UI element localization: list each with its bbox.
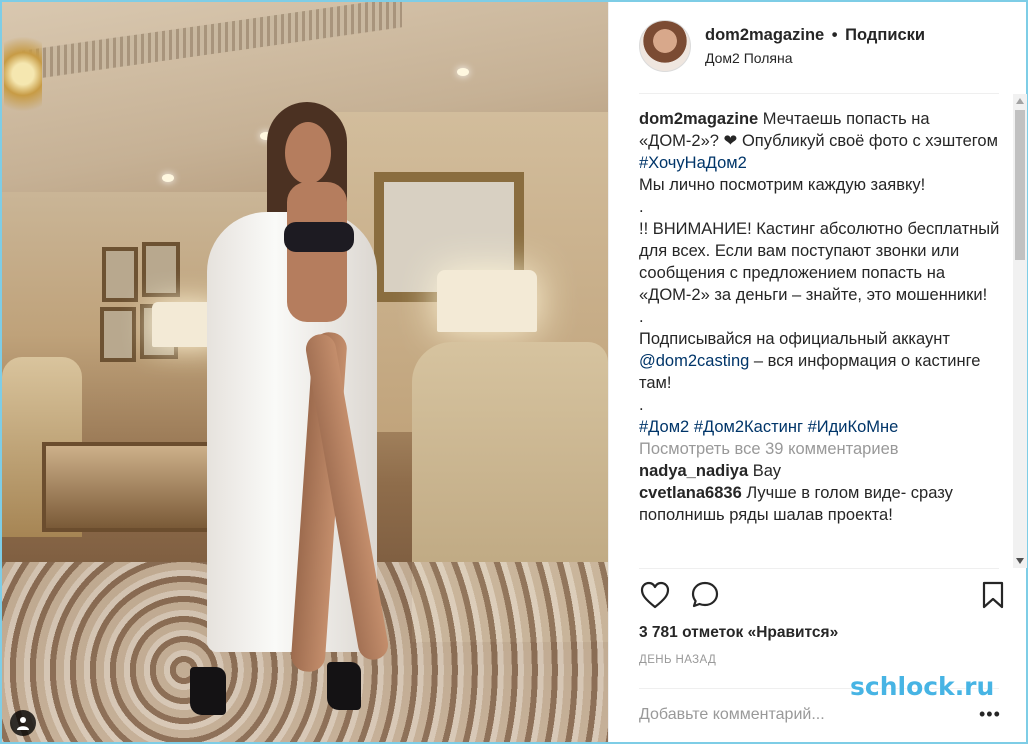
- caption-line: Мы лично посмотрим каждую заявку!: [639, 176, 926, 194]
- post-author: dom2magazine • Подписки: [705, 26, 925, 45]
- location-link[interactable]: Дом2 Поляна: [705, 50, 793, 66]
- caption-username[interactable]: dom2magazine: [639, 110, 758, 128]
- photo-lamp: [437, 270, 537, 332]
- comment-item: cvetlana6836 Лучше в голом виде- сразу п…: [639, 482, 1009, 526]
- comment-icon: [691, 581, 719, 608]
- divider: [639, 568, 999, 569]
- watermark-text: schlock.ru: [850, 672, 995, 701]
- scroll-down-arrow-icon[interactable]: [1016, 558, 1024, 564]
- photo-model-lingerie: [284, 222, 354, 252]
- comment-item: nadya_nadiya Вау: [639, 460, 1009, 482]
- photo-ceiling-light: [457, 68, 469, 76]
- caption-line: Подписывайся на официальный аккаунт @dom…: [639, 328, 1009, 394]
- view-all-comments-link[interactable]: Посмотреть все 39 комментариев: [639, 438, 1009, 460]
- hashtag-link[interactable]: #ХочуНаДом2: [639, 154, 747, 172]
- photo-model-shoe: [190, 667, 226, 715]
- hashtag-link[interactable]: #Дом2: [639, 418, 689, 436]
- photo-painting: [142, 242, 180, 297]
- avatar[interactable]: [639, 20, 691, 72]
- heart-icon: [640, 581, 670, 608]
- photo-model-shoe: [327, 662, 361, 710]
- author-username-link[interactable]: dom2magazine: [705, 26, 824, 44]
- hashtag-link[interactable]: #Дом2Кастинг: [694, 418, 803, 436]
- photo-chandelier: [4, 24, 42, 124]
- comment-button[interactable]: [689, 580, 721, 612]
- comment-username[interactable]: cvetlana6836: [639, 484, 742, 502]
- scrollbar-thumb[interactable]: [1015, 110, 1025, 260]
- post-timestamp: ДЕНЬ НАЗАД: [639, 654, 717, 666]
- comments-list[interactable]: dom2magazine Мечтаешь попасть на «ДОМ-2»…: [639, 108, 1009, 568]
- caption-text: Подписывайся на официальный аккаунт: [639, 330, 950, 348]
- photo-model-face: [285, 122, 331, 184]
- photo-painting: [100, 307, 136, 362]
- person-icon: [17, 717, 29, 730]
- post-header: dom2magazine • Подписки Дом2 Поляна: [609, 2, 1027, 94]
- photo-model-body: [287, 182, 347, 322]
- post-photo[interactable]: [2, 2, 608, 742]
- comment-text: Вау: [752, 462, 781, 480]
- comment-username[interactable]: nadya_nadiya: [639, 462, 748, 480]
- follow-button[interactable]: Подписки: [845, 26, 925, 44]
- mention-link[interactable]: @dom2casting: [639, 352, 749, 370]
- hashtag-link[interactable]: #ИдиКоМне: [808, 418, 899, 436]
- scroll-up-arrow-icon[interactable]: [1016, 98, 1024, 104]
- more-options-button[interactable]: •••: [979, 704, 1001, 725]
- comments-scrollbar[interactable]: [1013, 94, 1027, 568]
- like-button[interactable]: [639, 580, 671, 612]
- user-tag-icon[interactable]: [10, 710, 36, 736]
- divider: [639, 93, 999, 94]
- save-button[interactable]: [977, 580, 1009, 612]
- caption-dot: .: [639, 198, 644, 216]
- header-separator: •: [831, 26, 838, 44]
- likes-count[interactable]: 3 781 отметок «Нравится»: [639, 624, 838, 642]
- caption-dot: .: [639, 308, 644, 326]
- caption-dot: .: [639, 396, 644, 414]
- caption: dom2magazine Мечтаешь попасть на «ДОМ-2»…: [639, 108, 1009, 174]
- bookmark-icon: [982, 581, 1004, 608]
- action-bar: [639, 580, 1004, 616]
- caption-hashtags: #Дом2 #Дом2Кастинг #ИдиКоМне: [639, 416, 1009, 438]
- caption-line: !! ВНИМАНИЕ! Кастинг абсолютно бесплатны…: [639, 220, 1000, 304]
- add-comment-input[interactable]: [639, 702, 959, 728]
- photo-painting: [102, 247, 138, 302]
- photo-ceiling-light: [162, 174, 174, 182]
- post-sidebar: dom2magazine • Подписки Дом2 Поляна dom2…: [608, 2, 1027, 742]
